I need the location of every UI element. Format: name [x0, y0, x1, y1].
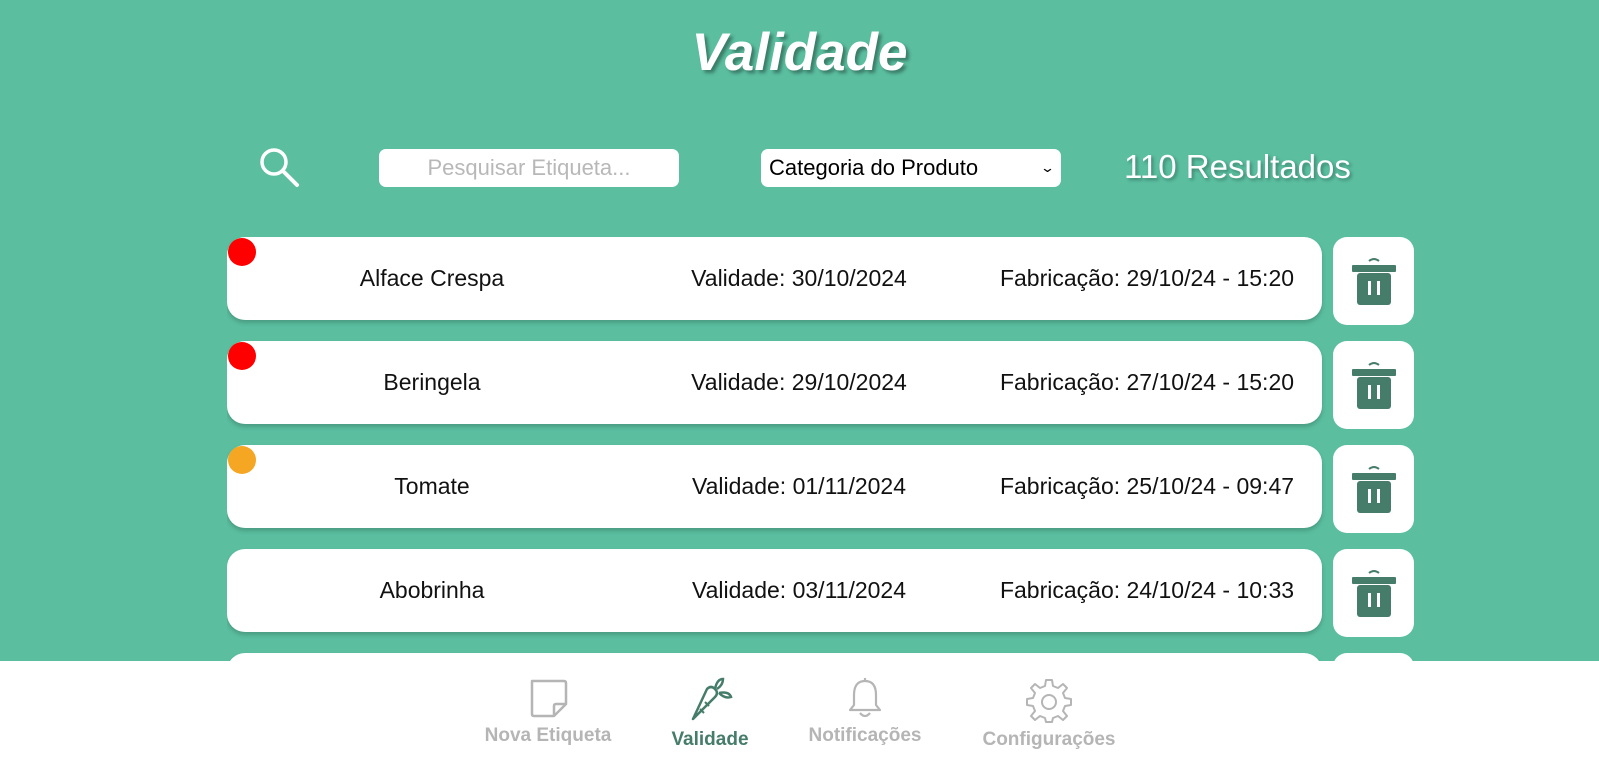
nav-item-notificacoes[interactable]: Notificações	[803, 661, 927, 768]
fabricacao-date: Fabricação: 24/10/24 - 10:33	[999, 577, 1295, 603]
list-item: Beringela Validade: 29/10/2024 Fabricaçã…	[227, 341, 1415, 429]
gear-icon	[1026, 679, 1072, 723]
sticky-note-icon	[530, 679, 568, 718]
label-card[interactable]: Beringela Validade: 29/10/2024 Fabricaçã…	[227, 341, 1322, 424]
nav-label: Configurações	[982, 729, 1116, 750]
label-list: Alface Crespa Validade: 30/10/2024 Fabri…	[227, 237, 1415, 661]
carrot-icon	[691, 677, 733, 721]
nav-item-configuracoes[interactable]: Configurações	[975, 661, 1123, 768]
trash-icon	[1351, 258, 1396, 305]
list-item: Abobrinha Validade: 03/11/2024 Fabricaçã…	[227, 549, 1415, 637]
product-name: Alface Crespa	[359, 265, 505, 291]
list-item	[227, 653, 1415, 661]
product-name: Abobrinha	[379, 577, 485, 603]
chevron-down-icon: ⌄	[1039, 160, 1056, 175]
list-item: Alface Crespa Validade: 30/10/2024 Fabri…	[227, 237, 1415, 325]
label-card[interactable]: Tomate Validade: 01/11/2024 Fabricação: …	[227, 445, 1322, 528]
label-card[interactable]: Alface Crespa Validade: 30/10/2024 Fabri…	[227, 237, 1322, 320]
bottom-nav: Nova Etiqueta Validade Notificações Conf…	[0, 661, 1599, 768]
nav-label: Validade	[671, 729, 749, 750]
category-select[interactable]: Categoria do Produto ⌄	[761, 149, 1061, 187]
product-name: Beringela	[383, 369, 481, 395]
fabricacao-date: Fabricação: 25/10/24 - 09:47	[999, 473, 1295, 499]
fabricacao-date: Fabricação: 29/10/24 - 15:20	[999, 265, 1295, 291]
search-input[interactable]	[379, 149, 679, 187]
delete-button[interactable]	[1333, 549, 1414, 637]
trash-icon	[1351, 570, 1396, 617]
results-count: 110 Resultados	[1124, 148, 1351, 185]
nav-item-validade[interactable]: Validade	[662, 661, 758, 768]
delete-button[interactable]	[1333, 341, 1414, 429]
validade-date: Validade: 01/11/2024	[692, 473, 906, 499]
product-name: Tomate	[394, 473, 470, 499]
bell-icon	[848, 678, 882, 718]
trash-icon	[1351, 362, 1396, 409]
nav-label: Nova Etiqueta	[484, 725, 612, 746]
fabricacao-date: Fabricação: 27/10/24 - 15:20	[999, 369, 1295, 395]
page-title: Validade	[691, 23, 908, 82]
search-icon[interactable]	[258, 146, 300, 188]
list-item: Tomate Validade: 01/11/2024 Fabricação: …	[227, 445, 1415, 533]
delete-button[interactable]	[1333, 237, 1414, 325]
label-card[interactable]	[227, 653, 1322, 661]
nav-label: Notificações	[808, 725, 922, 746]
nav-item-nova-etiqueta[interactable]: Nova Etiqueta	[481, 661, 615, 768]
delete-button[interactable]	[1333, 445, 1414, 533]
label-card[interactable]: Abobrinha Validade: 03/11/2024 Fabricaçã…	[227, 549, 1322, 632]
category-select-value: Categoria do Produto	[769, 155, 979, 180]
validade-date: Validade: 29/10/2024	[691, 369, 907, 395]
trash-icon	[1351, 466, 1396, 513]
validade-date: Validade: 03/11/2024	[692, 577, 906, 603]
delete-button[interactable]	[1333, 653, 1414, 661]
validade-date: Validade: 30/10/2024	[691, 265, 907, 291]
